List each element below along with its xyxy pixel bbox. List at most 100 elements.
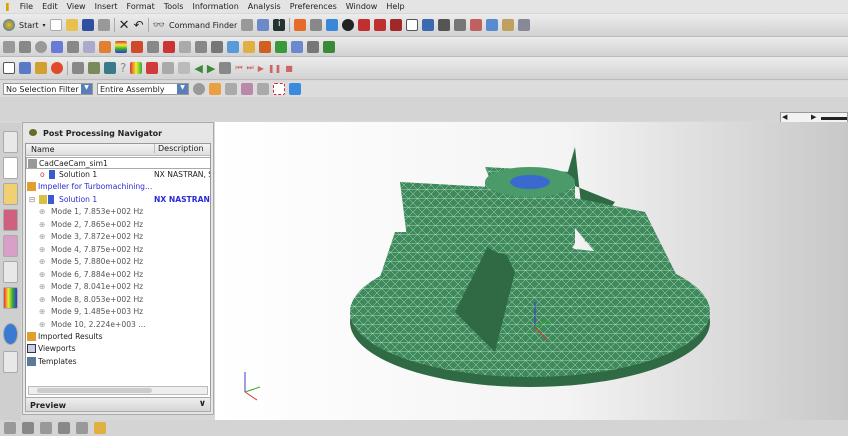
animation-icon[interactable] bbox=[219, 62, 232, 74]
first-frame-icon[interactable]: ⏮ bbox=[235, 63, 242, 73]
edge-icon[interactable] bbox=[257, 83, 269, 95]
tree-item-templates[interactable]: Templates bbox=[26, 356, 210, 368]
tool-icon[interactable] bbox=[4, 422, 16, 434]
brush-icon[interactable] bbox=[211, 40, 223, 53]
check-icon[interactable] bbox=[275, 40, 287, 53]
menu-view[interactable]: View bbox=[67, 2, 86, 11]
chevron-down-icon[interactable]: ∨ bbox=[199, 399, 206, 409]
graph-icon[interactable] bbox=[163, 40, 175, 53]
menu-help[interactable]: Help bbox=[386, 2, 404, 11]
menu-information[interactable]: Information bbox=[192, 2, 238, 11]
info-object-icon[interactable] bbox=[257, 19, 270, 31]
wrench-icon[interactable] bbox=[72, 62, 84, 74]
tree-item-mode[interactable]: ⊕ Mode 6, 7.884e+002 Hz bbox=[26, 269, 210, 281]
view-icon[interactable] bbox=[310, 19, 323, 31]
fringe-icon[interactable] bbox=[115, 40, 127, 53]
tree-item-solution-selected[interactable]: ⊟ Solution 1 NX NASTRAN, S bbox=[26, 194, 210, 206]
tree-item-mode[interactable]: ⊕ Mode 10, 2.224e+003 ... bbox=[26, 319, 210, 331]
bracket-icon[interactable] bbox=[88, 62, 100, 74]
tool-icon[interactable] bbox=[76, 422, 88, 434]
tree-item-viewports[interactable]: Viewports bbox=[26, 343, 210, 355]
print-icon[interactable] bbox=[97, 19, 110, 31]
blank-icon[interactable] bbox=[3, 62, 15, 74]
post-navigator-tab[interactable] bbox=[3, 183, 18, 205]
preview-panel-header[interactable]: Preview ∨ bbox=[25, 397, 211, 412]
layer-icon[interactable] bbox=[406, 19, 419, 31]
animate-icon[interactable] bbox=[146, 62, 159, 74]
cube-icon[interactable] bbox=[326, 19, 339, 31]
expand-icon[interactable]: ⊕ bbox=[39, 270, 45, 279]
scroll-left-icon[interactable]: ◀ bbox=[782, 113, 787, 121]
menu-insert[interactable]: Insert bbox=[95, 2, 118, 11]
tree-item-solution[interactable]: o Solution 1 NX NASTRAN, S bbox=[26, 169, 210, 181]
curve-icon[interactable] bbox=[225, 83, 237, 95]
annotation-icon[interactable] bbox=[162, 62, 175, 74]
previous-icon[interactable]: ◀ bbox=[194, 62, 202, 75]
block-icon[interactable] bbox=[19, 40, 31, 53]
play-icon[interactable]: ▶ bbox=[258, 64, 264, 73]
beam-icon[interactable] bbox=[104, 62, 116, 74]
annotation-icon[interactable] bbox=[178, 62, 191, 74]
help-icon[interactable]: ? bbox=[120, 61, 126, 75]
tag-icon[interactable] bbox=[227, 40, 239, 53]
snap-point-icon[interactable] bbox=[209, 83, 221, 95]
rotate-icon[interactable] bbox=[51, 62, 63, 74]
tree-item-mode[interactable]: ⊕ Mode 7, 8.041e+002 Hz bbox=[26, 281, 210, 293]
layout-icon[interactable] bbox=[19, 62, 31, 74]
part-navigator-tab[interactable] bbox=[3, 235, 18, 257]
explode-icon[interactable] bbox=[179, 40, 191, 53]
expand-icon[interactable]: ⊕ bbox=[39, 232, 45, 241]
measure-icon[interactable] bbox=[470, 19, 483, 31]
cut-icon[interactable]: ✕ bbox=[119, 18, 130, 33]
expand-icon[interactable]: ⊕ bbox=[39, 307, 45, 316]
info-icon[interactable]: i bbox=[273, 19, 286, 31]
assembly-scope-dropdown[interactable]: Entire Assembly ▼ bbox=[97, 83, 189, 95]
tree-item-mode[interactable]: ⊕ Mode 2, 7.865e+002 Hz bbox=[26, 219, 210, 231]
blob-icon[interactable] bbox=[35, 40, 47, 53]
menu-format[interactable]: Format bbox=[127, 2, 155, 11]
red-cube-icon[interactable] bbox=[374, 19, 387, 31]
command-finder-button[interactable]: Command Finder bbox=[169, 21, 237, 30]
grid-icon[interactable] bbox=[307, 40, 319, 53]
table-icon[interactable] bbox=[83, 40, 95, 53]
menu-window[interactable]: Window bbox=[346, 2, 378, 11]
expand-icon[interactable]: ⊕ bbox=[39, 295, 45, 304]
contour-icon[interactable] bbox=[99, 40, 111, 53]
last-frame-icon[interactable]: ⏭ bbox=[247, 63, 254, 73]
column-description[interactable]: Description bbox=[154, 144, 204, 153]
mesh-icon[interactable] bbox=[3, 40, 15, 53]
next-icon[interactable]: ▶ bbox=[207, 62, 215, 75]
stop-icon[interactable]: ■ bbox=[285, 64, 293, 73]
menu-tools[interactable]: Tools bbox=[164, 2, 184, 11]
red-cube-icon[interactable] bbox=[390, 19, 403, 31]
start-button[interactable]: Start bbox=[19, 21, 39, 30]
fit-icon[interactable] bbox=[294, 19, 307, 31]
ruler-icon[interactable] bbox=[502, 19, 515, 31]
constraint-icon[interactable] bbox=[147, 40, 159, 53]
arrow-left-icon[interactable] bbox=[323, 40, 335, 53]
result-icon[interactable] bbox=[130, 62, 143, 74]
save-icon[interactable] bbox=[81, 19, 94, 31]
tree-item-mode[interactable]: ⊕ Mode 4, 7.875e+002 Hz bbox=[26, 244, 210, 256]
tool-icon[interactable] bbox=[22, 422, 34, 434]
tool-icon[interactable] bbox=[40, 422, 52, 434]
simulation-navigator-tab[interactable] bbox=[3, 157, 18, 179]
tree-item-mode[interactable]: ⊕ Mode 1, 7.853e+002 Hz bbox=[26, 206, 210, 218]
tree-item-mode[interactable]: ⊕ Mode 5, 7.880e+002 Hz bbox=[26, 256, 210, 268]
palette-tab[interactable] bbox=[3, 287, 18, 309]
collapse-icon[interactable]: ⊟ bbox=[29, 195, 35, 204]
tool-icon[interactable] bbox=[94, 422, 106, 434]
gear-icon[interactable] bbox=[193, 83, 205, 95]
box-select-icon[interactable] bbox=[273, 83, 285, 95]
color-icon[interactable] bbox=[259, 40, 271, 53]
graphics-window[interactable] bbox=[215, 122, 848, 420]
expand-icon[interactable]: ⊕ bbox=[39, 207, 45, 216]
shape-icon[interactable] bbox=[195, 40, 207, 53]
constraint-navigator-tab[interactable] bbox=[3, 209, 18, 231]
shape-icon[interactable] bbox=[241, 19, 254, 31]
element-icon[interactable] bbox=[67, 40, 79, 53]
expand-icon[interactable]: ⊕ bbox=[39, 320, 45, 329]
history-tab[interactable] bbox=[3, 261, 18, 283]
expand-icon[interactable]: ⊕ bbox=[39, 257, 45, 266]
expand-icon[interactable]: ⊕ bbox=[39, 245, 45, 254]
